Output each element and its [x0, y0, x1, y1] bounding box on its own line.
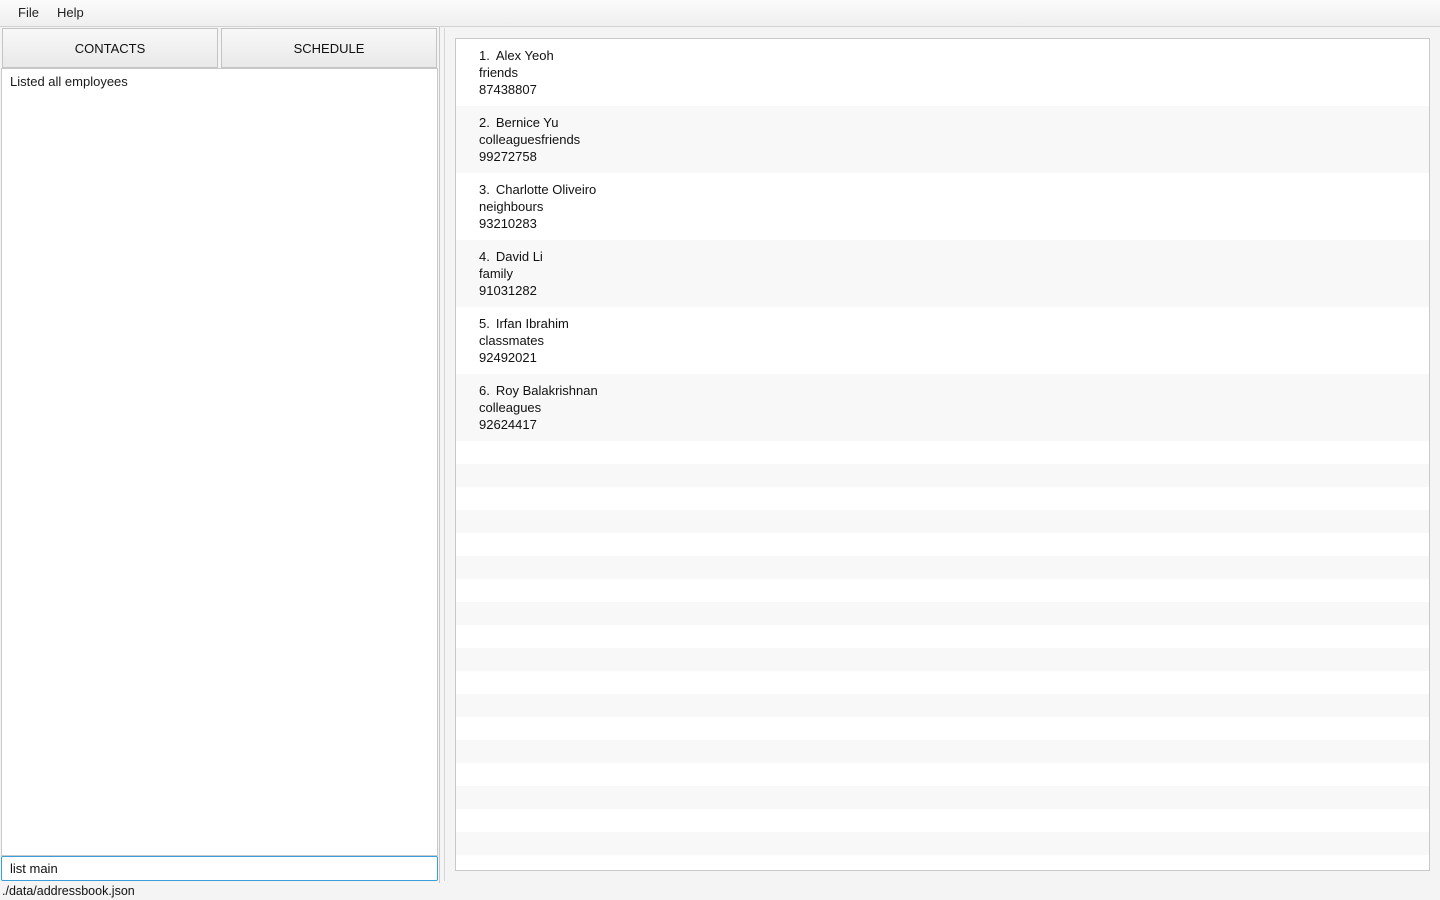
empty-list-row	[456, 740, 1429, 763]
person-name: Roy Balakrishnan	[495, 383, 598, 398]
empty-list-row	[456, 510, 1429, 533]
person-index: 3.	[479, 182, 490, 197]
person-card[interactable]: 1. Alex Yeoh friends 87438807	[456, 39, 1429, 106]
empty-list-row	[456, 809, 1429, 832]
result-message: Listed all employees	[10, 74, 128, 89]
status-bar: ./data/addressbook.json	[0, 883, 1440, 900]
menu-bar: File Help	[0, 0, 1440, 27]
empty-list-row	[456, 602, 1429, 625]
person-name: David Li	[495, 249, 543, 264]
person-index: 2.	[479, 115, 490, 130]
person-phone: 92624417	[479, 417, 537, 432]
person-index: 1.	[479, 48, 490, 63]
empty-list-row	[456, 694, 1429, 717]
person-phone: 91031282	[479, 283, 537, 298]
person-tags: classmates	[479, 333, 545, 348]
person-name-row: 1. Alex Yeoh	[479, 47, 1429, 64]
left-pane: CONTACTS SCHEDULE Listed all employees	[0, 27, 440, 883]
person-name: Charlotte Oliveiro	[495, 182, 597, 197]
person-name-row: 5. Irfan Ibrahim	[479, 315, 1429, 332]
person-index: 6.	[479, 383, 490, 398]
person-phone: 93210283	[479, 216, 537, 231]
empty-list-row	[456, 441, 1429, 464]
schedule-tab-button[interactable]: SCHEDULE	[221, 28, 437, 68]
save-location-path: ./data/addressbook.json	[2, 884, 135, 898]
person-phone: 92492021	[479, 350, 537, 365]
person-tags: neighbours	[479, 199, 544, 214]
person-list[interactable]: 1. Alex Yeoh friends 87438807 2. Bernice Y…	[455, 38, 1430, 871]
empty-list-row	[456, 533, 1429, 556]
person-index: 5.	[479, 316, 490, 331]
result-display: Listed all employees	[1, 68, 438, 856]
person-card[interactable]: 3. Charlotte Oliveiro neighbours 93210283	[456, 173, 1429, 240]
empty-list-row	[456, 556, 1429, 579]
person-card[interactable]: 4. David Li family 91031282	[456, 240, 1429, 307]
contacts-tab-button[interactable]: CONTACTS	[2, 28, 218, 68]
person-name-row: 6. Roy Balakrishnan	[479, 382, 1429, 399]
person-phone: 87438807	[479, 82, 537, 97]
empty-list-row	[456, 786, 1429, 809]
person-card[interactable]: 5. Irfan Ibrahim classmates 92492021	[456, 307, 1429, 374]
person-name: Irfan Ibrahim	[495, 316, 569, 331]
empty-list-row	[456, 832, 1429, 855]
empty-list-row	[456, 648, 1429, 671]
empty-list-row	[456, 625, 1429, 648]
person-tags: colleagues	[479, 400, 542, 415]
person-tags: family	[479, 266, 513, 281]
person-card[interactable]: 6. Roy Balakrishnan colleagues 92624417	[456, 374, 1429, 441]
person-name: Alex Yeoh	[495, 48, 554, 63]
menu-help[interactable]: Help	[57, 5, 84, 20]
empty-list-row	[456, 579, 1429, 602]
person-name-row: 4. David Li	[479, 248, 1429, 265]
empty-list-row	[456, 763, 1429, 786]
person-tags: friends	[479, 65, 519, 80]
empty-list-row	[456, 671, 1429, 694]
person-tags: colleaguesfriends	[479, 132, 581, 147]
command-input[interactable]	[1, 856, 438, 881]
person-list-panel: 1. Alex Yeoh friends 87438807 2. Bernice Y…	[444, 28, 1439, 881]
person-name-row: 2. Bernice Yu	[479, 114, 1429, 131]
person-name-row: 3. Charlotte Oliveiro	[479, 181, 1429, 198]
person-card[interactable]: 2. Bernice Yu colleaguesfriends 99272758	[456, 106, 1429, 173]
person-index: 4.	[479, 249, 490, 264]
person-phone: 99272758	[479, 149, 537, 164]
menu-file[interactable]: File	[18, 5, 39, 20]
person-name: Bernice Yu	[495, 115, 559, 130]
empty-list-row	[456, 487, 1429, 510]
empty-list-row	[456, 464, 1429, 487]
empty-list-row	[456, 717, 1429, 740]
